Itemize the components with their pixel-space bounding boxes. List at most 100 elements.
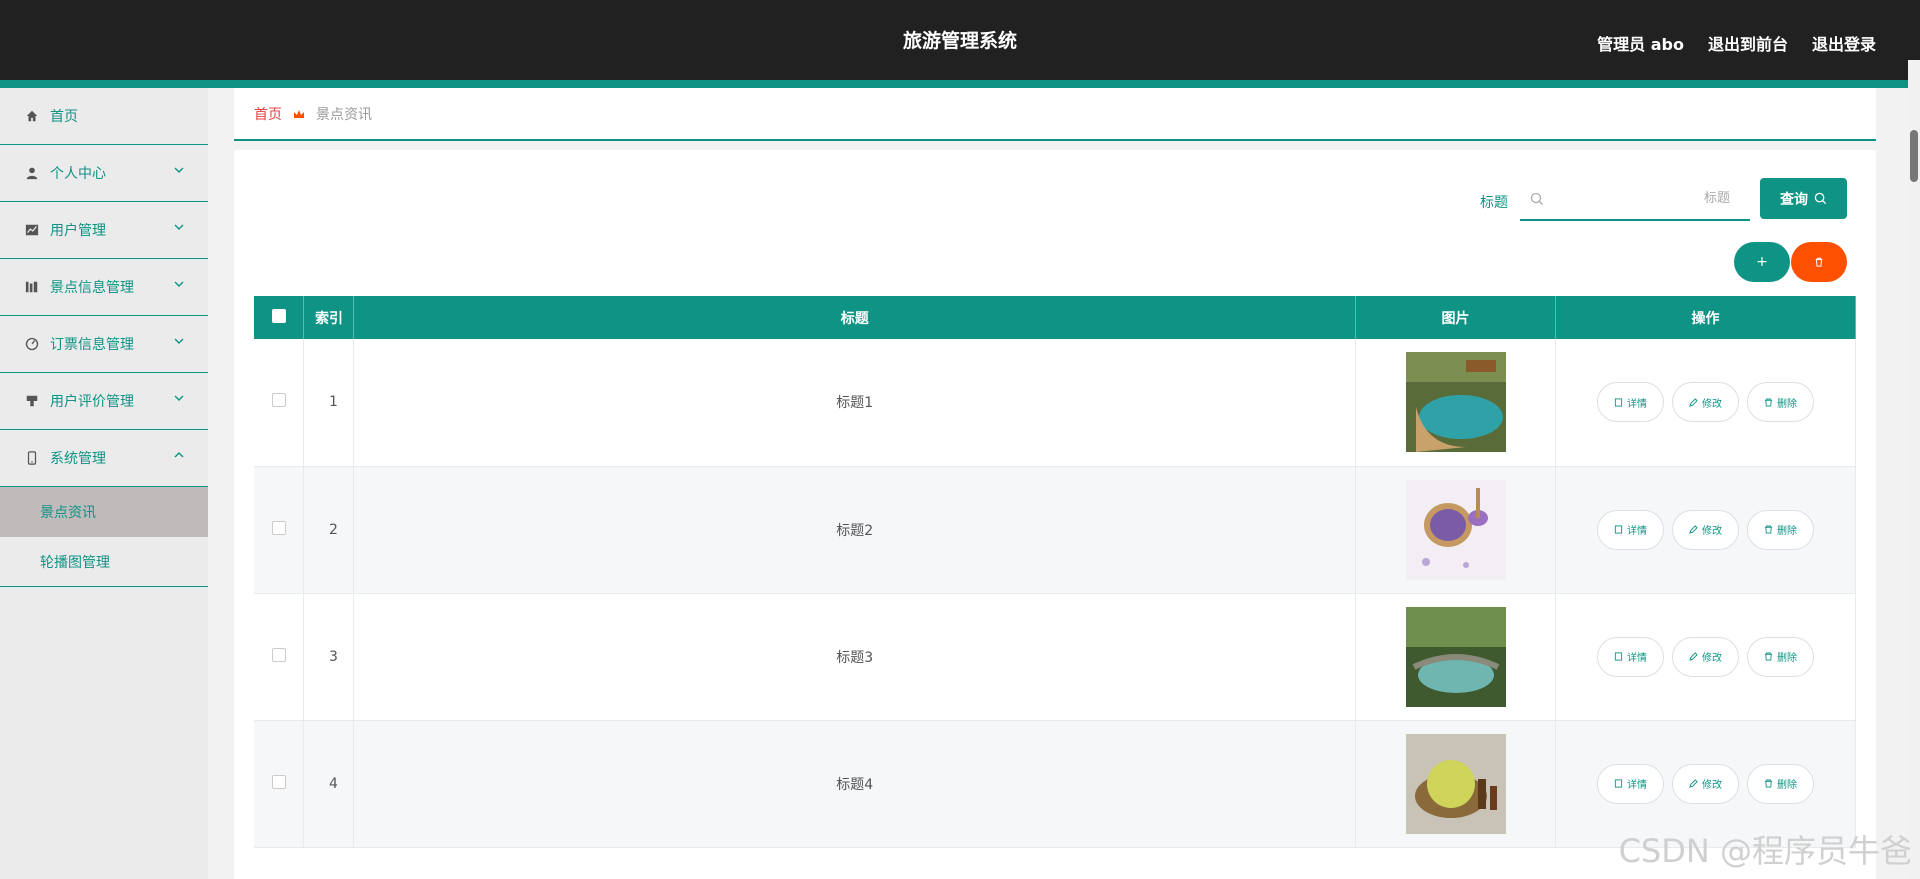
- trash-icon: [1815, 257, 1823, 267]
- detail-button[interactable]: 详情: [1597, 636, 1664, 677]
- edit-button[interactable]: 修改: [1672, 509, 1739, 550]
- crown-icon: [294, 109, 304, 118]
- chart-icon: [24, 222, 40, 238]
- edit-button[interactable]: 修改: [1672, 636, 1739, 677]
- sidebar-subitem-attraction-news[interactable]: 景点资讯: [0, 487, 208, 537]
- row-checkbox[interactable]: [271, 393, 286, 408]
- row-checkbox-cell: [254, 339, 305, 467]
- breadcrumb-home[interactable]: 首页: [254, 104, 282, 124]
- row-title: 标题3: [353, 593, 1357, 721]
- table-row: 4 标题4 详情 修改 删除: [254, 720, 1856, 848]
- detail-button[interactable]: 详情: [1597, 382, 1664, 423]
- content-panel: 标题 查询 + 索引 标题 图片 操作: [234, 150, 1876, 879]
- trash-icon: [1764, 779, 1773, 788]
- row-checkbox[interactable]: [271, 774, 286, 789]
- sidebar-item-label: 系统管理: [50, 451, 106, 467]
- add-button[interactable]: +: [1734, 242, 1790, 282]
- chevron-down-icon: [174, 167, 184, 173]
- row-actions-cell: 详情 修改 删除: [1555, 339, 1856, 467]
- chevron-down-icon: [174, 338, 184, 344]
- row-checkbox-cell: [254, 466, 305, 594]
- edit-icon: [1689, 398, 1698, 407]
- edit-button-label: 修改: [1702, 653, 1722, 664]
- add-button-label: +: [1756, 254, 1768, 270]
- header-accent-line: [0, 80, 1920, 88]
- breadcrumb-current: 景点资讯: [316, 106, 372, 123]
- row-title: 标题2: [353, 466, 1357, 594]
- table-row: 1 标题1 详情 修改 删除: [254, 339, 1856, 467]
- sidebar-item-booking-info[interactable]: 订票信息管理: [0, 316, 208, 373]
- delete-button[interactable]: 删除: [1747, 763, 1814, 804]
- stamp-icon: [24, 393, 40, 409]
- row-checkbox[interactable]: [271, 520, 286, 535]
- exit-to-front-link[interactable]: 退出到前台: [1708, 31, 1788, 55]
- scrollbar-thumb[interactable]: [1910, 130, 1918, 182]
- delete-button[interactable]: 删除: [1747, 509, 1814, 550]
- main-content: 首页 景点资讯 标题 查询 + 索引 标题 图片 操作: [208, 88, 1920, 879]
- edit-button[interactable]: 修改: [1672, 763, 1739, 804]
- sidebar: 首页 个人中心 用户管理 景点信息管理 订票信息管理 用户评价管理 系统管理 景…: [0, 88, 208, 879]
- search-label: 标题: [1480, 195, 1508, 211]
- delete-button-label: 删除: [1777, 526, 1797, 537]
- attraction-thumbnail-lavender[interactable]: [1405, 479, 1506, 580]
- sidebar-item-attraction-info[interactable]: 景点信息管理: [0, 259, 208, 316]
- edit-button-label: 修改: [1702, 780, 1722, 791]
- gauge-icon: [24, 336, 40, 352]
- row-image-cell: [1355, 339, 1557, 467]
- table-row: 2 标题2 详情 修改 删除: [254, 466, 1856, 594]
- edit-icon: [1689, 652, 1698, 661]
- trash-icon: [1764, 652, 1773, 661]
- trash-icon: [1764, 398, 1773, 407]
- sidebar-item-personal-center[interactable]: 个人中心: [0, 145, 208, 202]
- column-header-title: 标题: [353, 296, 1357, 339]
- sidebar-item-label: 用户管理: [50, 223, 106, 239]
- select-all-header[interactable]: [254, 296, 305, 339]
- search-input[interactable]: [1550, 190, 1740, 207]
- row-checkbox[interactable]: [271, 647, 286, 662]
- edit-button[interactable]: 修改: [1672, 382, 1739, 423]
- attraction-thumbnail-garden-pool[interactable]: [1405, 606, 1506, 707]
- chevron-down-icon: [174, 224, 184, 230]
- sidebar-item-label: 订票信息管理: [50, 337, 134, 353]
- logout-link[interactable]: 退出登录: [1812, 31, 1876, 55]
- sidebar-item-label: 个人中心: [50, 166, 106, 182]
- sidebar-item-user-reviews[interactable]: 用户评价管理: [0, 373, 208, 430]
- row-title: 标题4: [353, 720, 1357, 848]
- sidebar-item-label: 景点信息管理: [50, 280, 134, 296]
- sidebar-item-home[interactable]: 首页: [0, 88, 208, 145]
- phone-icon: [24, 450, 40, 466]
- attraction-thumbnail-flowers[interactable]: [1405, 733, 1506, 834]
- top-bar: 旅游管理系统 管理员 abo 退出到前台 退出登录: [0, 0, 1920, 80]
- chevron-down-icon: [174, 395, 184, 401]
- admin-label[interactable]: 管理员 abo: [1597, 31, 1684, 55]
- edit-button-label: 修改: [1702, 526, 1722, 537]
- attraction-thumbnail-pool[interactable]: [1405, 352, 1506, 453]
- user-icon: [24, 165, 40, 181]
- chevron-down-icon: [174, 281, 184, 287]
- detail-button[interactable]: 详情: [1597, 763, 1664, 804]
- sidebar-item-user-management[interactable]: 用户管理: [0, 202, 208, 259]
- row-checkbox-cell: [254, 720, 305, 848]
- detail-button[interactable]: 详情: [1597, 509, 1664, 550]
- search-icon: [1530, 192, 1543, 205]
- page-scrollbar[interactable]: [1908, 60, 1920, 879]
- document-icon: [1614, 525, 1623, 534]
- delete-button[interactable]: 删除: [1747, 382, 1814, 423]
- select-all-checkbox[interactable]: [271, 308, 286, 323]
- batch-delete-button[interactable]: [1791, 242, 1847, 282]
- query-button[interactable]: 查询: [1760, 178, 1847, 219]
- delete-button-label: 删除: [1777, 398, 1797, 410]
- breadcrumb: 首页 景点资讯: [234, 88, 1876, 141]
- sidebar-item-system-management[interactable]: 系统管理: [0, 430, 208, 487]
- row-index: 4: [303, 720, 355, 848]
- column-header-image: 图片: [1355, 296, 1557, 339]
- row-title: 标题1: [353, 339, 1357, 467]
- row-actions-cell: 详情 修改 删除: [1555, 466, 1856, 594]
- document-icon: [1614, 779, 1623, 788]
- sidebar-subitem-carousel[interactable]: 轮播图管理: [0, 537, 208, 587]
- delete-button[interactable]: 删除: [1747, 636, 1814, 677]
- sidebar-item-label: 用户评价管理: [50, 394, 134, 410]
- row-index: 1: [303, 339, 355, 467]
- document-icon: [1614, 398, 1623, 407]
- column-header-actions: 操作: [1555, 296, 1856, 339]
